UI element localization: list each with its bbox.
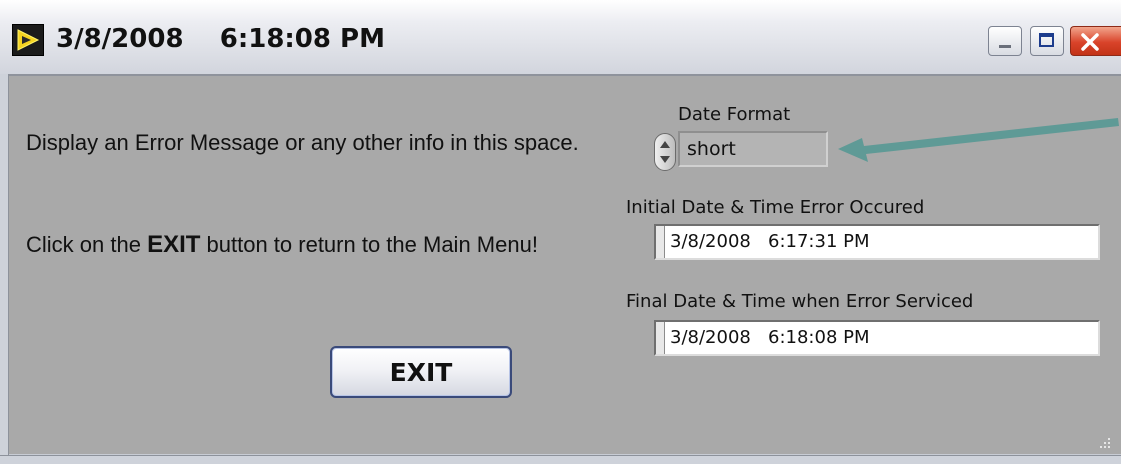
window-title: 3/8/2008 6:18:08 PM xyxy=(56,24,385,54)
window-frame-left xyxy=(0,74,9,463)
resize-grip-icon[interactable] xyxy=(1096,434,1112,450)
initial-time-label: Initial Date & Time Error Occured xyxy=(626,197,925,218)
labview-app-icon[interactable] xyxy=(12,24,44,56)
exit-instruction-bold: EXIT xyxy=(147,231,201,258)
final-time-label: Final Date & Time when Error Serviced xyxy=(626,291,974,312)
maximize-icon[interactable] xyxy=(1030,26,1064,56)
title-bar[interactable]: 3/8/2008 6:18:08 PM xyxy=(0,0,1121,76)
ring-decrement-arrow[interactable] xyxy=(660,156,670,163)
final-time-incdec[interactable] xyxy=(656,322,665,354)
initial-time-value: 3/8/2008 6:17:31 PM xyxy=(670,231,870,252)
final-time-field[interactable]: 3/8/2008 6:18:08 PM xyxy=(654,320,1100,356)
initial-time-field[interactable]: 3/8/2008 6:17:31 PM xyxy=(654,224,1100,260)
exit-instruction-prefix: Click on the xyxy=(26,232,148,257)
exit-button-label: EXIT xyxy=(389,357,453,387)
final-time-value: 3/8/2008 6:18:08 PM xyxy=(670,327,870,348)
ring-arrows-icon[interactable] xyxy=(654,133,676,171)
exit-instruction: Click on the EXIT button to return to th… xyxy=(26,232,616,258)
app-window: 3/8/2008 6:18:08 PM Display an Error Mes… xyxy=(0,0,1121,464)
ring-increment-arrow[interactable] xyxy=(660,141,670,148)
minimize-icon[interactable] xyxy=(988,26,1022,56)
exit-instruction-suffix: button to return to the Main Menu! xyxy=(200,232,538,257)
close-icon[interactable] xyxy=(1070,26,1121,56)
exit-button[interactable]: EXIT xyxy=(330,346,512,398)
info-message: Display an Error Message or any other in… xyxy=(26,130,579,155)
annotation-arrow xyxy=(838,118,1119,162)
date-format-label: Date Format xyxy=(678,104,791,125)
initial-time-incdec[interactable] xyxy=(656,226,665,258)
date-format-ring[interactable]: short xyxy=(678,131,828,167)
